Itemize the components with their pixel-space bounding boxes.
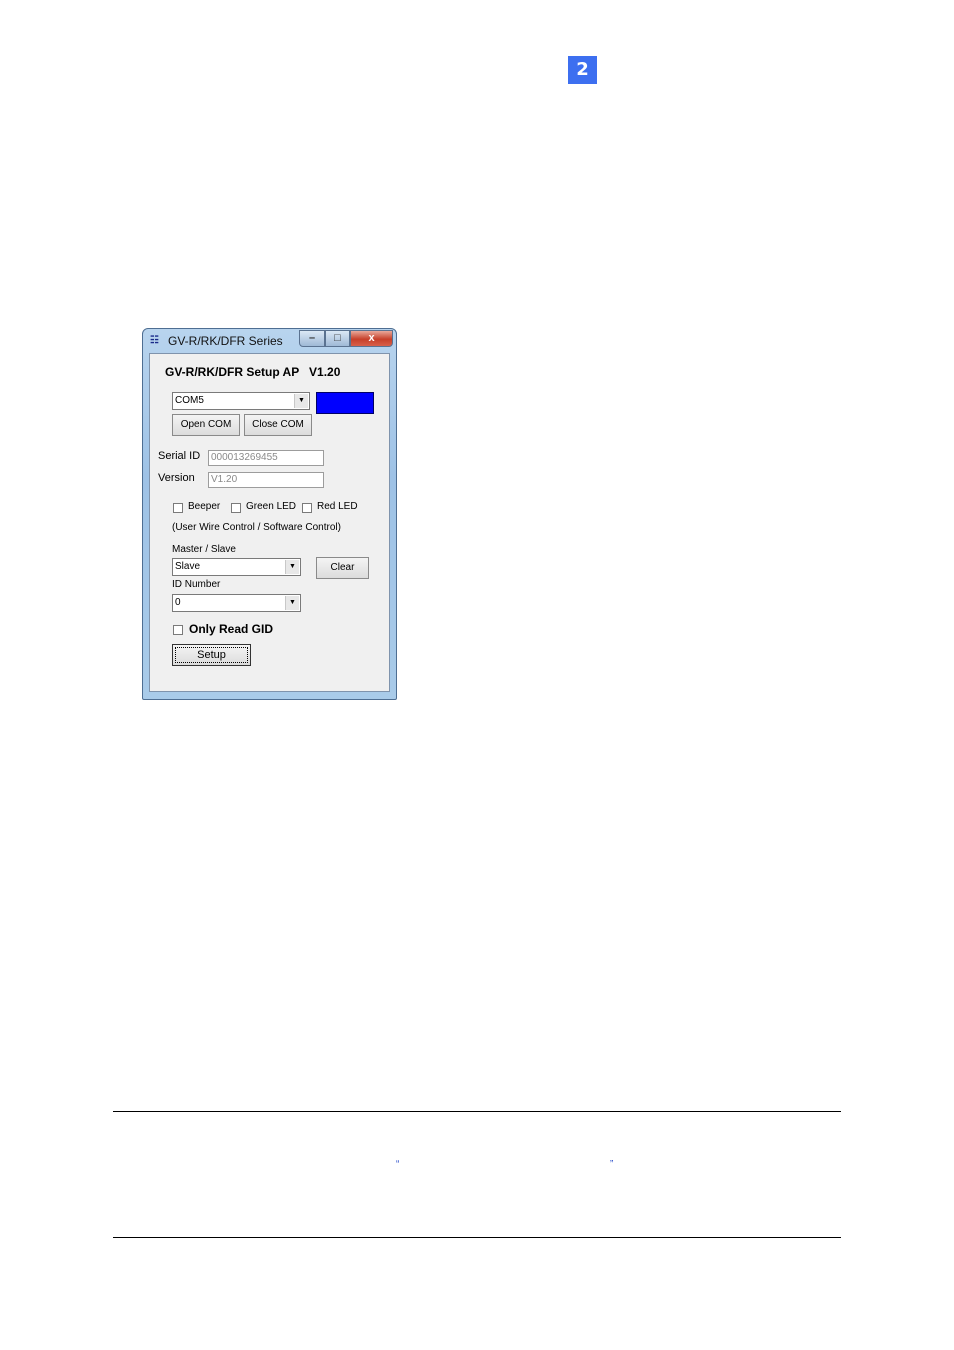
maximize-button[interactable]: □ — [325, 330, 350, 347]
version-label: Version — [158, 472, 195, 484]
close-button[interactable]: x — [350, 330, 393, 347]
green-led-checkbox[interactable] — [231, 503, 241, 513]
app-heading: GV-R/RK/DFR Setup AP V1.20 — [165, 365, 341, 379]
id-number-value: 0 — [175, 597, 181, 608]
only-read-gid-label: Only Read GID — [189, 622, 274, 636]
id-number-select[interactable]: 0 ▼ — [172, 594, 301, 612]
version-field[interactable]: V1.20 — [208, 472, 324, 488]
master-slave-label: Master / Slave — [172, 544, 236, 555]
serial-id-field[interactable]: 000013269455 — [208, 450, 324, 466]
beeper-label: Beeper — [188, 501, 221, 512]
minimize-icon: – — [308, 332, 316, 344]
setup-button-label: Setup — [197, 649, 226, 661]
beeper-checkbox[interactable] — [173, 503, 183, 513]
chevron-down-icon[interactable]: ▼ — [285, 596, 299, 610]
green-led-label: Green LED — [246, 501, 297, 512]
maximize-icon: □ — [334, 332, 341, 344]
window-title: GV-R/RK/DFR Series — [168, 334, 283, 348]
open-com-button[interactable]: Open COM — [172, 414, 240, 436]
id-number-label: ID Number — [172, 579, 221, 590]
title-bar[interactable]: ☷ GV-R/RK/DFR Series – □ x — [143, 329, 396, 353]
clear-button[interactable]: Clear — [316, 557, 369, 579]
control-mode-note: (User Wire Control / Software Control) — [172, 522, 341, 533]
connection-status-indicator — [316, 392, 374, 414]
com-port-select[interactable]: COM5 ▼ — [172, 392, 310, 410]
window-client-area: GV-R/RK/DFR Setup AP V1.20 COM5 ▼ Open C… — [149, 353, 390, 692]
setup-app-window: ☷ GV-R/RK/DFR Series – □ x GV-R/RK/DFR S… — [142, 328, 397, 700]
red-led-label: Red LED — [317, 501, 358, 512]
note-close-quote: ” — [610, 1159, 614, 1170]
setup-button[interactable]: Setup — [172, 644, 251, 666]
close-com-button[interactable]: Close COM — [244, 414, 312, 436]
only-read-gid-checkbox[interactable] — [173, 625, 183, 635]
note-top-rule — [113, 1111, 841, 1112]
serial-id-label: Serial ID — [158, 450, 201, 462]
chevron-down-icon[interactable]: ▼ — [285, 560, 299, 574]
app-icon: ☷ — [150, 335, 159, 346]
red-led-checkbox[interactable] — [302, 503, 312, 513]
master-slave-value: Slave — [175, 561, 201, 572]
chevron-down-icon[interactable]: ▼ — [294, 394, 308, 408]
close-icon: x — [368, 332, 375, 344]
chapter-number-badge: 2 — [568, 56, 597, 84]
master-slave-select[interactable]: Slave ▼ — [172, 558, 301, 576]
minimize-button[interactable]: – — [299, 330, 325, 347]
com-port-value: COM5 — [175, 395, 204, 406]
note-bottom-rule — [113, 1237, 841, 1238]
note-open-quote: “ — [396, 1159, 400, 1170]
